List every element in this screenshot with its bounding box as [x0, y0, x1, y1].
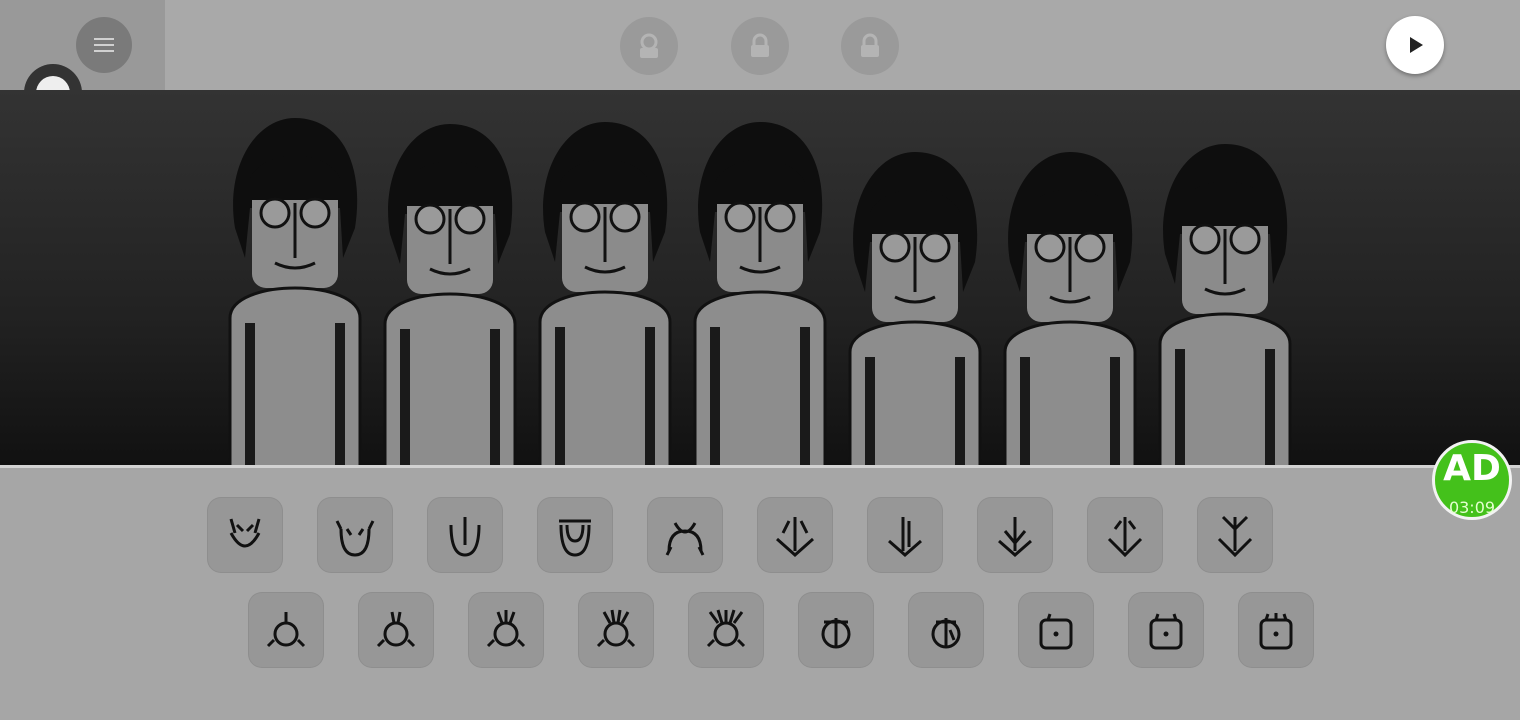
horseshoe-horns-icon [229, 518, 261, 548]
sound-icon-horseshoe-curl[interactable] [647, 497, 723, 573]
sound-icon-horseshoe-arch[interactable] [537, 497, 613, 573]
sound-icon-down-arrow-a[interactable] [757, 497, 833, 573]
sound-icon-down-arrow-e[interactable] [1197, 497, 1273, 573]
horseshoe-curl-icon [665, 522, 705, 556]
horseshoe-arch-icon [559, 519, 591, 557]
hamburger-icon [94, 38, 114, 52]
character-7[interactable] [1145, 134, 1305, 465]
menu-button[interactable] [76, 17, 132, 73]
sound-icon-split-circle-a[interactable] [798, 592, 874, 668]
character-3[interactable] [525, 112, 685, 465]
box-dot-icon [1039, 613, 1073, 650]
horseshoe-horns-icon [335, 520, 375, 557]
mode-button-3[interactable] [841, 17, 899, 75]
sound-icon-box-dot-c[interactable] [1238, 592, 1314, 668]
sound-icon-horseshoe-horns-b[interactable] [317, 497, 393, 573]
down-arrow-icon [998, 517, 1032, 557]
lock-icon [861, 33, 879, 57]
ad-timer: 03:09 [1448, 498, 1496, 517]
character-6[interactable] [990, 142, 1150, 465]
sound-icon-antenna-a[interactable] [248, 592, 324, 668]
sound-icon-split-circle-b[interactable] [908, 592, 984, 668]
character-2[interactable] [370, 114, 530, 465]
sound-icon-antenna-b[interactable] [358, 592, 434, 668]
down-arrow-icon [888, 517, 922, 557]
play-button[interactable] [1386, 16, 1444, 74]
character-1[interactable] [215, 108, 375, 465]
sound-icon-down-arrow-d[interactable] [1087, 497, 1163, 573]
split-circle-icon [821, 618, 851, 649]
sound-icon-down-arrow-c[interactable] [977, 497, 1053, 573]
stage [0, 90, 1520, 465]
down-arrow-icon [1217, 515, 1253, 558]
box-dot-icon [1259, 613, 1293, 650]
horseshoe-pin-icon [449, 517, 481, 557]
split-circle-icon [931, 618, 961, 649]
mode-button-2[interactable] [731, 17, 789, 75]
sound-icon-horseshoe-horns-a[interactable] [207, 497, 283, 573]
character-4[interactable] [680, 112, 840, 465]
sound-icon-box-dot-b[interactable] [1128, 592, 1204, 668]
ad-label: AD [1443, 448, 1501, 489]
top-bar [0, 0, 1520, 90]
antenna-icon [376, 611, 416, 648]
sound-icon-horseshoe-pin[interactable] [427, 497, 503, 573]
antenna-icon [486, 610, 526, 648]
sound-icon-down-arrow-b[interactable] [867, 497, 943, 573]
down-arrow-icon [776, 517, 814, 558]
box-dot-icon [1149, 613, 1183, 650]
sound-icon-antenna-e[interactable] [688, 592, 764, 668]
down-arrow-icon [1107, 517, 1143, 558]
antenna-icon [706, 609, 746, 648]
play-icon [1410, 37, 1423, 53]
sound-icon-antenna-d[interactable] [578, 592, 654, 668]
sound-icon-antenna-c[interactable] [468, 592, 544, 668]
person-lock-icon [640, 33, 658, 58]
lock-icon [751, 33, 769, 57]
sound-icon-box-dot-a[interactable] [1018, 592, 1094, 668]
mode-button-1[interactable] [620, 17, 678, 75]
antenna-icon [266, 612, 306, 648]
antenna-icon [596, 609, 636, 648]
ad-badge[interactable]: AD 03:09 [1432, 440, 1512, 520]
character-5[interactable] [835, 142, 995, 465]
